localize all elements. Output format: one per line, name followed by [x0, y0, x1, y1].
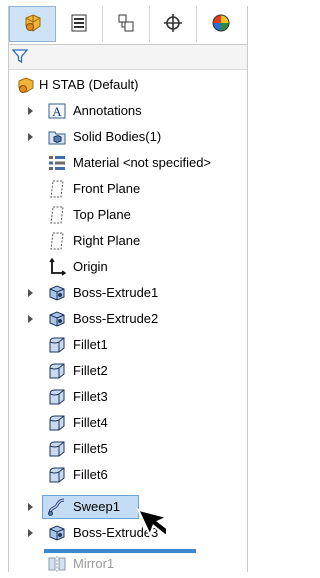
mirror-icon — [47, 554, 67, 574]
plane-icon — [47, 179, 67, 199]
tree-item-label: Boss-Extrude1 — [73, 285, 159, 300]
mouse-cursor-icon — [130, 504, 172, 551]
plane-icon — [47, 205, 67, 225]
part-feature-manager-icon — [22, 12, 44, 37]
material-icon — [47, 153, 67, 173]
display-manager-icon — [210, 12, 232, 37]
expand-arrow-icon[interactable] — [28, 133, 33, 141]
fillet-icon — [47, 335, 67, 355]
tree-item-fillet4[interactable]: Fillet4 — [9, 410, 247, 436]
tree-item-fillet5[interactable]: Fillet5 — [9, 436, 247, 462]
property-manager-icon — [69, 13, 89, 36]
tree-item-label: Fillet3 — [73, 389, 108, 404]
tree-item-top-plane[interactable]: Top Plane — [9, 202, 247, 228]
tree-item-front-plane[interactable]: Front Plane — [9, 176, 247, 202]
tree-item-label: Fillet5 — [73, 441, 108, 456]
tree-item-fillet2[interactable]: Fillet2 — [9, 358, 247, 384]
boss-extrude-icon — [47, 523, 67, 543]
solid-bodies-folder-icon — [47, 127, 67, 147]
tree-item-solid-bodies[interactable]: Solid Bodies(1) — [9, 124, 247, 150]
root-label: H STAB (Default) — [39, 77, 139, 92]
fillet-icon — [47, 439, 67, 459]
expand-arrow-icon[interactable] — [28, 529, 33, 537]
tree-item-label: Top Plane — [73, 207, 131, 222]
tab-configuration-manager[interactable] — [103, 6, 150, 42]
tree-item-label: Fillet1 — [73, 337, 108, 352]
tab-dimxpert-manager[interactable] — [150, 6, 197, 42]
tab-feature-manager[interactable] — [9, 6, 56, 42]
tree-item-material[interactable]: Material <not specified> — [9, 150, 247, 176]
tree-item-label: Material <not specified> — [73, 155, 212, 170]
tree-item-label: Fillet6 — [73, 467, 108, 482]
tree-item-right-plane[interactable]: Right Plane — [9, 228, 247, 254]
origin-icon — [47, 257, 67, 277]
tree-item-annotations[interactable]: A Annotations — [9, 98, 247, 124]
tree-item-fillet1[interactable]: Fillet1 — [9, 332, 247, 358]
tree-item-boss-extrude2[interactable]: Boss-Extrude2 — [9, 306, 247, 332]
tree-root[interactable]: H STAB (Default) — [9, 72, 247, 98]
tree-item-mirror1[interactable]: Mirror1 — [9, 552, 247, 578]
tree-item-label: Annotations — [73, 103, 142, 118]
tree-item-label: Front Plane — [73, 181, 141, 196]
tree-item-label: Solid Bodies(1) — [73, 129, 162, 144]
boss-extrude-icon — [47, 283, 67, 303]
tree-item-boss-extrude3[interactable]: Boss-Extrude3 — [9, 520, 247, 546]
configuration-manager-icon — [116, 13, 136, 36]
tree-item-label: Mirror1 — [73, 556, 115, 571]
fillet-icon — [47, 465, 67, 485]
boss-extrude-icon — [47, 309, 67, 329]
tree-item-label: Origin — [73, 259, 108, 274]
filter-bar[interactable] — [9, 45, 247, 70]
tree-item-label: Right Plane — [73, 233, 141, 248]
expand-arrow-icon[interactable] — [28, 107, 33, 115]
fillet-icon — [47, 387, 67, 407]
tab-display-manager[interactable] — [197, 6, 244, 42]
tree-item-label: Sweep1 — [73, 499, 120, 514]
tab-property-manager[interactable] — [56, 6, 103, 42]
tree-item-label: Boss-Extrude2 — [73, 311, 159, 326]
filter-icon[interactable] — [11, 48, 29, 67]
fillet-icon — [47, 361, 67, 381]
expand-arrow-icon[interactable] — [28, 315, 33, 323]
expand-arrow-icon[interactable] — [28, 289, 33, 297]
tree-item-boss-extrude1[interactable]: Boss-Extrude1 — [9, 280, 247, 306]
svg-text:A: A — [52, 104, 62, 119]
dimxpert-manager-icon — [163, 13, 183, 36]
tree-item-label: Fillet2 — [73, 363, 108, 378]
part-icon — [16, 75, 36, 95]
tree-item-label: Fillet4 — [73, 415, 108, 430]
sweep-icon — [47, 497, 67, 517]
manager-tabs — [9, 6, 247, 45]
tree-item-origin[interactable]: Origin — [9, 254, 247, 280]
tree-item-sweep1[interactable]: Sweep1 — [9, 494, 247, 520]
fillet-icon — [47, 413, 67, 433]
annotations-icon: A — [47, 101, 67, 121]
tree-item-fillet6[interactable]: Fillet6 — [9, 462, 247, 488]
tree-item-fillet3[interactable]: Fillet3 — [9, 384, 247, 410]
expand-arrow-icon[interactable] — [28, 503, 33, 511]
plane-icon — [47, 231, 67, 251]
